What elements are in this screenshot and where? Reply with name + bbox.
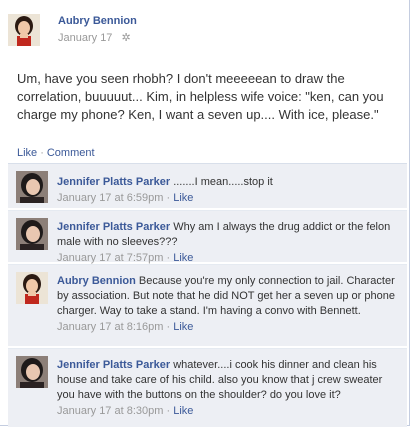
comment-body: Jennifer Platts Parker whatever....i coo…	[57, 358, 403, 419]
comment-author-link[interactable]: Jennifer Platts Parker	[57, 176, 170, 188]
meta-separator: ·	[166, 252, 171, 264]
post-body-text: Um, have you seen rhobh? I don't meeeeea…	[17, 71, 384, 122]
meta-separator: ·	[166, 192, 171, 204]
comment-like-link[interactable]: Like	[173, 192, 193, 204]
comment-body: Jennifer Platts Parker .......I mean....…	[57, 175, 403, 206]
post-author-link[interactable]: Aubry Bennion	[58, 15, 137, 27]
comment-item: Jennifer Platts Parker whatever....i coo…	[8, 348, 407, 427]
like-link[interactable]: Like	[17, 147, 37, 159]
avatar-photo-jennifer	[16, 356, 48, 388]
comment-meta: January 17 at 8:30pm · Like	[57, 404, 403, 419]
comment-like-link[interactable]: Like	[173, 252, 193, 264]
gear-icon[interactable]: ✲	[122, 31, 131, 44]
avatar-photo-aubry	[8, 14, 40, 46]
avatar[interactable]	[8, 14, 40, 46]
avatar[interactable]	[16, 356, 48, 388]
comment-text: .......I mean.....stop it	[173, 176, 273, 188]
avatar[interactable]	[16, 272, 48, 304]
avatar[interactable]	[16, 171, 48, 203]
comment-item: Jennifer Platts Parker .......I mean....…	[8, 163, 407, 208]
comment-item: Aubry Bennion Because you're my only con…	[8, 264, 407, 346]
comment-author-link[interactable]: Aubry Bennion	[57, 275, 136, 287]
comment-body: Aubry Bennion Because you're my only con…	[57, 274, 403, 335]
comment-list: Jennifer Platts Parker .......I mean....…	[8, 160, 407, 427]
post-meta: January 17 ✲	[58, 31, 131, 44]
comment-author-link[interactable]: Jennifer Platts Parker	[57, 221, 170, 233]
meta-separator: ·	[166, 405, 171, 417]
avatar-photo-jennifer	[16, 218, 48, 250]
comment-body: Jennifer Platts Parker Why am I always t…	[57, 220, 403, 266]
post-actions: Like · Comment	[17, 147, 95, 159]
comment-like-link[interactable]: Like	[173, 321, 193, 333]
avatar-photo-aubry	[16, 272, 48, 304]
meta-separator: ·	[166, 321, 171, 333]
avatar[interactable]	[16, 218, 48, 250]
comment-timestamp[interactable]: January 17 at 8:16pm	[57, 321, 163, 333]
comment-link[interactable]: Comment	[47, 147, 95, 159]
post-timestamp-link[interactable]: January 17	[58, 32, 112, 44]
comment-meta: January 17 at 8:16pm · Like	[57, 320, 403, 335]
comment-meta: January 17 at 6:59pm · Like	[57, 191, 403, 206]
comment-item: Jennifer Platts Parker Why am I always t…	[8, 210, 407, 264]
action-separator: ·	[40, 147, 44, 159]
comment-author-link[interactable]: Jennifer Platts Parker	[57, 359, 170, 371]
comment-timestamp[interactable]: January 17 at 7:57pm	[57, 252, 163, 264]
comment-timestamp[interactable]: January 17 at 6:59pm	[57, 192, 163, 204]
avatar-photo-jennifer	[16, 171, 48, 203]
comment-timestamp[interactable]: January 17 at 8:30pm	[57, 405, 163, 417]
comment-like-link[interactable]: Like	[173, 405, 193, 417]
